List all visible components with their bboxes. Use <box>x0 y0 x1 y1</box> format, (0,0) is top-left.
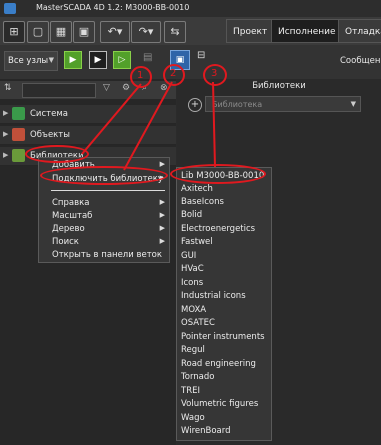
annotation-number-2: 2 <box>170 68 177 79</box>
annotation-number-3: 3 <box>211 68 218 79</box>
annotation-lines <box>81 81 216 171</box>
annotation-ellipse-connect-library <box>40 166 168 185</box>
annotation-number-1: 1 <box>137 70 144 81</box>
annotation-ellipse-lib-item <box>170 164 266 184</box>
annotation-ellipse-libraries <box>25 145 89 163</box>
